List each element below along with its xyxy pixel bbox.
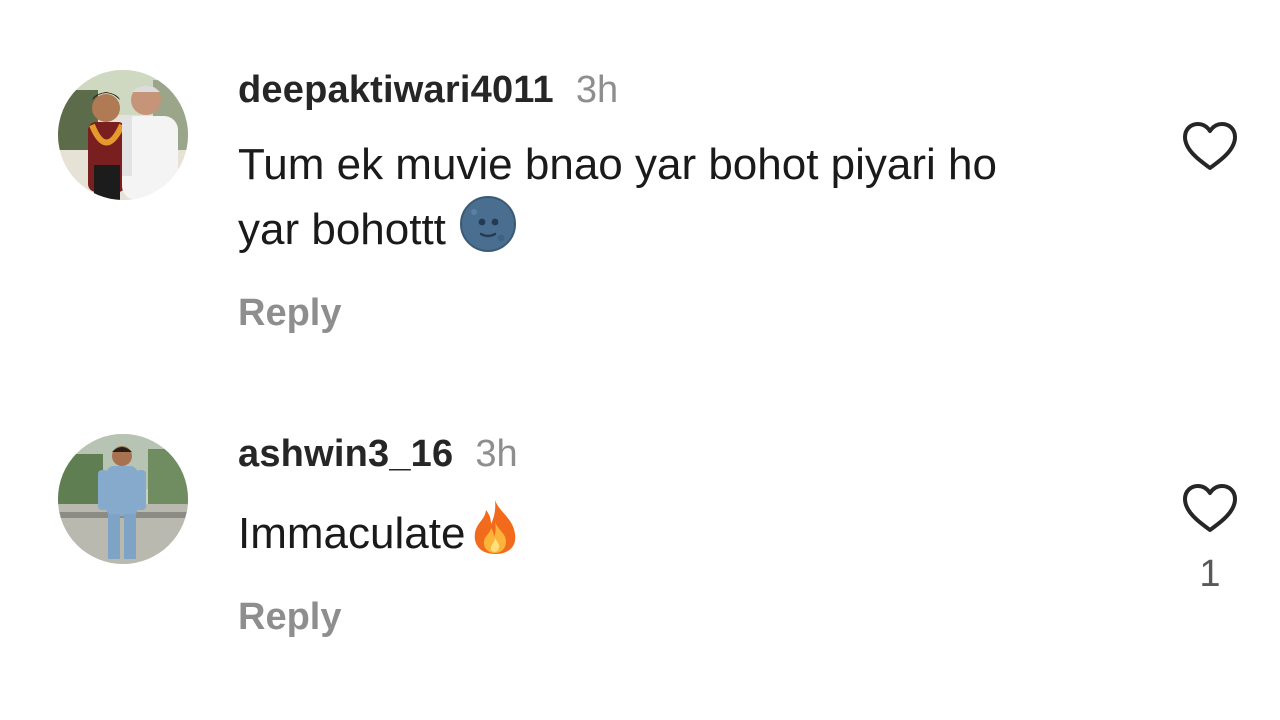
- username-link[interactable]: ashwin3_16: [238, 432, 453, 476]
- username-link[interactable]: deepaktiwari4011: [238, 68, 554, 112]
- like-count: 1: [1199, 553, 1221, 595]
- heart-icon[interactable]: [1181, 482, 1239, 534]
- comment-text-line: yar bohottt: [238, 205, 446, 254]
- comment-meta: ashwin3_16 3h: [238, 432, 1138, 476]
- comments-screen: deepaktiwari4011 3h Tum ek muvie bnao ya…: [0, 0, 1280, 720]
- fire-icon: [469, 498, 521, 573]
- comment-text: Tum ek muvie bnao yar bohot piyari ho ya…: [238, 134, 1138, 269]
- heart-icon[interactable]: [1181, 120, 1239, 172]
- comment-body: deepaktiwari4011 3h Tum ek muvie bnao ya…: [238, 68, 1138, 335]
- new-moon-face-icon: [459, 196, 516, 269]
- timestamp: 3h: [575, 69, 619, 111]
- like-column: 1: [1178, 482, 1242, 596]
- like-column: [1178, 120, 1242, 190]
- reply-button[interactable]: Reply: [238, 291, 341, 335]
- comment-body: ashwin3_16 3h Immaculate Reply: [238, 432, 1138, 639]
- comment-text-line: Tum ek muvie bnao yar bohot piyari ho: [238, 140, 997, 189]
- avatar[interactable]: [58, 434, 188, 564]
- avatar[interactable]: [58, 70, 188, 200]
- comment-text-line: Immaculate: [238, 509, 466, 558]
- reply-button[interactable]: Reply: [238, 595, 341, 639]
- comment-text: Immaculate: [238, 498, 1138, 573]
- comment-meta: deepaktiwari4011 3h: [238, 68, 1138, 112]
- timestamp: 3h: [475, 433, 518, 475]
